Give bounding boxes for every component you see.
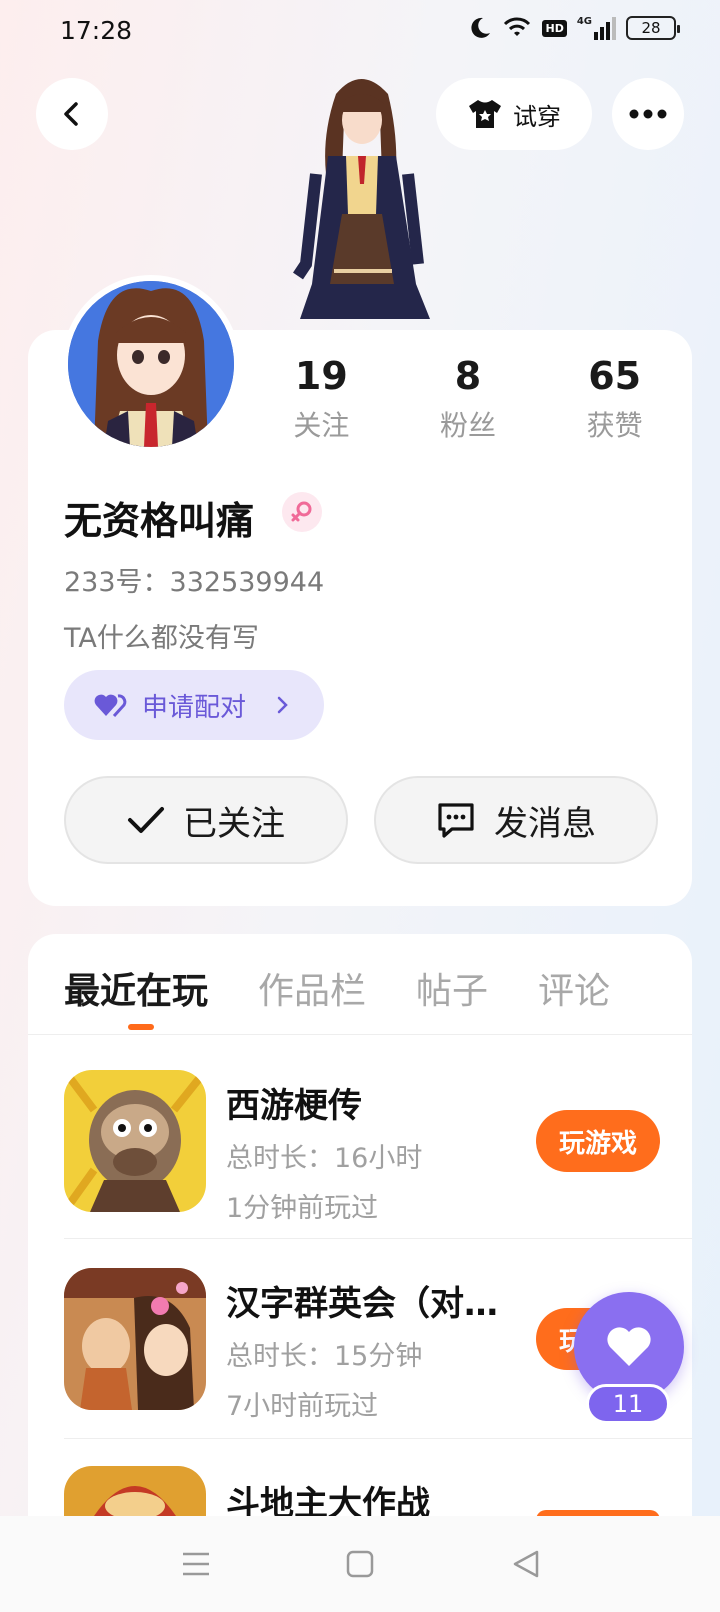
game-total-time: 总时长：15分钟 [226, 1341, 423, 1372]
game-total-time: 总时长：16小时 [226, 1143, 423, 1174]
heart-icon [607, 1327, 651, 1366]
game-name: 汉字群英会（对… [226, 1284, 498, 1324]
send-message-label: 发消息 [494, 803, 596, 844]
profile-tabs: 最近在玩 作品栏 帖子 评论 [64, 962, 660, 1014]
back-button[interactable] [36, 78, 108, 150]
stat-likes[interactable]: 65 获赞 [541, 352, 688, 444]
play-game-button[interactable]: 玩游戏 [536, 1110, 660, 1172]
following-count: 19 [294, 354, 348, 398]
game-name: 西游梗传 [226, 1086, 362, 1126]
active-tab-indicator [128, 1024, 154, 1030]
followers-count: 8 [454, 354, 482, 398]
game-row[interactable]: 汉字群英会（对… 总时长：15分钟 7小时前玩过 玩游戏 [64, 1268, 660, 1428]
square-icon [346, 1550, 374, 1578]
hd-badge: HD [542, 19, 567, 37]
hearts-icon [94, 694, 127, 718]
likes-label: 获赞 [586, 409, 643, 442]
row-divider [64, 1438, 692, 1439]
game-icon-doudizhu [64, 1466, 206, 1516]
menu-nav-button[interactable] [176, 1544, 216, 1584]
back-nav-button[interactable] [506, 1544, 546, 1584]
status-time: 17:28 [60, 16, 133, 45]
request-pair-button[interactable]: 申请配对 [64, 670, 324, 740]
try-on-label: 试穿 [513, 102, 561, 131]
game-last-played: 7小时前玩过 [226, 1391, 379, 1422]
user-id: 233号：332539944 [64, 567, 325, 598]
network-type: 4G [576, 16, 592, 27]
system-navigation-bar [0, 1516, 720, 1612]
stat-followers[interactable]: 8 粉丝 [395, 352, 542, 444]
following-label: 关注 [293, 409, 350, 442]
signal-icon: 4G [577, 16, 616, 40]
female-gender-icon [282, 492, 322, 532]
tab-posts[interactable]: 帖子 [416, 962, 488, 1014]
battery-indicator: 28 [626, 16, 680, 40]
checkmark-icon [128, 807, 164, 833]
tshirt-icon [469, 100, 501, 128]
wifi-icon [504, 17, 531, 36]
send-message-button[interactable]: 发消息 [374, 776, 658, 864]
moon-icon [471, 17, 491, 38]
home-nav-button[interactable] [340, 1544, 380, 1584]
followers-label: 粉丝 [440, 409, 497, 442]
row-divider [64, 1238, 692, 1239]
avatar-figure [266, 64, 456, 332]
chat-bubble-icon [438, 803, 474, 838]
username: 无资格叫痛 [64, 499, 255, 543]
game-row[interactable]: 西游梗传 总时长：16小时 1分钟前玩过 玩游戏 [64, 1070, 660, 1230]
tab-divider [28, 1034, 692, 1035]
more-options-button[interactable] [612, 78, 684, 150]
request-pair-label: 申请配对 [142, 692, 247, 723]
game-icon-hanzi [64, 1268, 206, 1410]
tab-works[interactable]: 作品栏 [258, 962, 366, 1014]
chevron-left-icon [64, 102, 78, 126]
avatar[interactable] [62, 275, 240, 453]
try-on-button[interactable]: 试穿 [436, 78, 592, 150]
following-button-label: 已关注 [183, 803, 285, 844]
triangle-back-icon [513, 1550, 539, 1578]
user-bio: TA什么都没有写 [64, 623, 259, 654]
likes-count: 65 [588, 354, 642, 398]
chevron-right-icon [277, 696, 288, 714]
game-last-played: 1分钟前玩过 [226, 1193, 379, 1224]
following-button[interactable]: 已关注 [64, 776, 348, 864]
profile-stats: 19 关注 8 粉丝 65 获赞 [248, 352, 688, 444]
tab-recent-played[interactable]: 最近在玩 [64, 962, 208, 1014]
tab-comments[interactable]: 评论 [538, 962, 610, 1014]
like-count-badge: 11 [586, 1384, 670, 1424]
game-icon-xiyou [64, 1070, 206, 1212]
stat-following[interactable]: 19 关注 [248, 352, 395, 444]
menu-icon [183, 1552, 209, 1576]
more-dots-icon [629, 109, 667, 119]
status-icons: HD 4G 28 [468, 16, 680, 40]
